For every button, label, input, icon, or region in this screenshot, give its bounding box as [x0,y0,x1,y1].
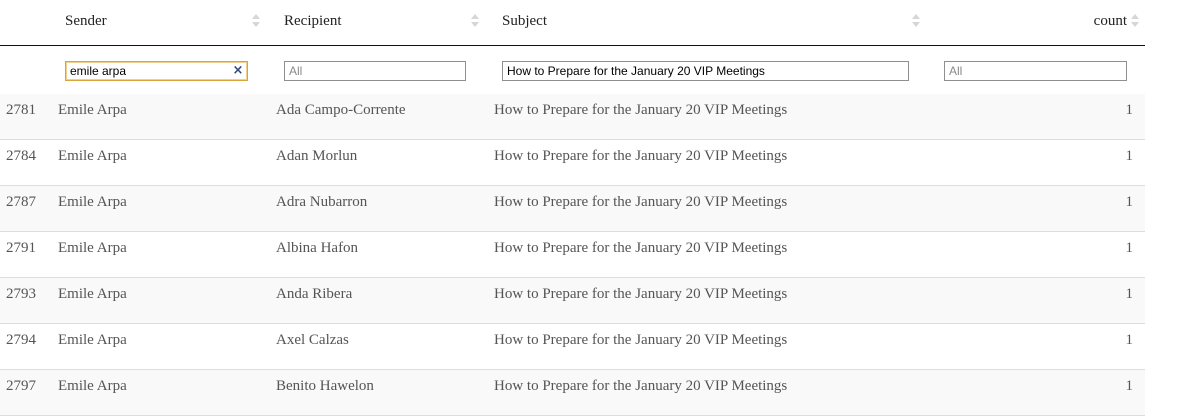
sender-cell: Emile Arpa [58,102,127,118]
table-row[interactable]: 2791 Emile Arpa Albina Hafon How to Prep… [0,232,1145,278]
column-header-count[interactable]: count [1094,0,1127,45]
subject-cell: How to Prepare for the January 20 VIP Me… [494,240,788,256]
count-cell: 1 [1125,194,1134,210]
subject-cell: How to Prepare for the January 20 VIP Me… [494,332,788,348]
recipient-cell: Axel Calzas [276,332,349,348]
table-header: Sender Recipient Subject count [0,0,1145,46]
sender-cell: Emile Arpa [58,332,127,348]
table-row[interactable]: 2794 Emile Arpa Axel Calzas How to Prepa… [0,324,1145,370]
column-header-subject[interactable]: Subject [502,0,547,45]
recipient-cell: Adan Morlun [276,148,358,164]
recipient-cell: Adra Nubarron [276,194,368,210]
sort-icon[interactable] [1131,14,1139,30]
recipient-cell: Albina Hafon [276,240,359,256]
sort-icon[interactable] [912,14,920,30]
subject-filter-input[interactable] [502,61,909,81]
count-cell: 1 [1125,102,1134,118]
sender-cell: Emile Arpa [58,378,127,394]
sender-filter-input[interactable] [65,61,248,81]
subject-cell: How to Prepare for the January 20 VIP Me… [494,378,788,394]
row-id: 2797 [6,378,36,394]
subject-cell: How to Prepare for the January 20 VIP Me… [494,286,788,302]
count-cell: 1 [1125,332,1134,348]
count-filter-input[interactable] [944,61,1127,81]
table-row[interactable]: 2784 Emile Arpa Adan Morlun How to Prepa… [0,140,1145,186]
sender-cell: Emile Arpa [58,286,127,302]
row-id: 2784 [6,148,36,164]
data-table: Sender Recipient Subject count × 2781 Em… [0,0,1145,416]
filter-row: × [0,46,1145,94]
recipient-cell: Ada Campo-Corrente [276,102,406,118]
table-body: 2781 Emile Arpa Ada Campo-Corrente How t… [0,94,1145,416]
count-cell: 1 [1125,240,1134,256]
subject-cell: How to Prepare for the January 20 VIP Me… [494,102,788,118]
column-header-recipient[interactable]: Recipient [284,0,341,45]
sort-icon[interactable] [471,14,479,30]
sender-cell: Emile Arpa [58,194,127,210]
sender-cell: Emile Arpa [58,148,127,164]
table-row[interactable]: 2797 Emile Arpa Benito Hawelon How to Pr… [0,370,1145,416]
row-id: 2791 [6,240,36,256]
sender-cell: Emile Arpa [58,240,127,256]
row-id: 2794 [6,332,36,348]
row-id: 2787 [6,194,36,210]
count-cell: 1 [1125,378,1134,394]
table-row[interactable]: 2793 Emile Arpa Anda Ribera How to Prepa… [0,278,1145,324]
recipient-cell: Anda Ribera [276,286,353,302]
table-row[interactable]: 2787 Emile Arpa Adra Nubarron How to Pre… [0,186,1145,232]
recipient-filter-input[interactable] [284,61,466,81]
table-row[interactable]: 2781 Emile Arpa Ada Campo-Corrente How t… [0,94,1145,140]
row-id: 2781 [6,102,36,118]
clear-filter-icon[interactable]: × [231,62,245,80]
sort-icon[interactable] [252,14,260,30]
subject-cell: How to Prepare for the January 20 VIP Me… [494,148,788,164]
subject-cell: How to Prepare for the January 20 VIP Me… [494,194,788,210]
recipient-cell: Benito Hawelon [276,378,374,394]
column-header-sender[interactable]: Sender [65,0,107,45]
row-id: 2793 [6,286,36,302]
count-cell: 1 [1125,148,1134,164]
count-cell: 1 [1125,286,1134,302]
